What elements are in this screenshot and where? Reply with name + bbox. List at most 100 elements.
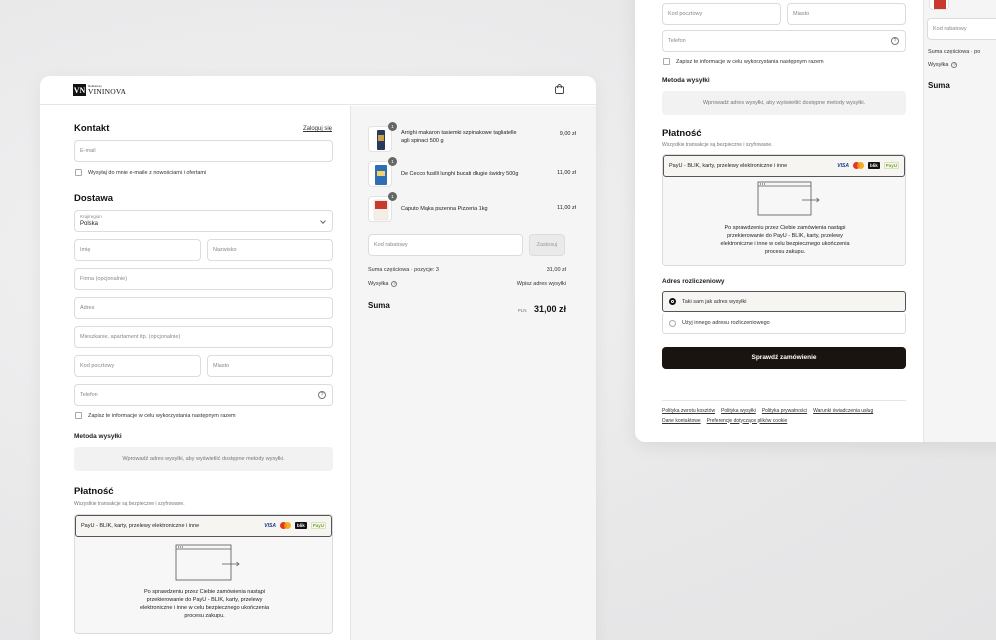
blik-icon: blik (867, 162, 880, 169)
payu-option-label: PayU - BLIK, karty, przelewy elektronicz… (81, 523, 200, 529)
postal-code-field[interactable]: Kod pocztowy (74, 355, 201, 377)
newsletter-checkbox[interactable] (75, 169, 82, 176)
payment-options: PayU - BLIK, karty, przelewy elektronicz… (74, 514, 333, 634)
total-value: 31,00 zł (533, 304, 566, 314)
first-name-placeholder: Imię (80, 247, 91, 253)
phone-field[interactable]: Telefon ? (662, 30, 906, 52)
checkout-card-main: VN Delikatesy VININOVA Kontakt Zaloguj s… (40, 76, 596, 640)
redirect-line-1: Po sprawdzeniu przez Ciebie zamówienia n… (143, 589, 266, 595)
payu-option-label: PayU - BLIK, karty, przelewy elektronicz… (669, 163, 788, 169)
footer-link-returns[interactable]: Polityka zwrotu kosztów (662, 408, 715, 414)
checkout-form: Kontakt Zaloguj się E-mail Wysyłaj do mn… (40, 106, 350, 640)
discount-placeholder: Kod rabatowy (933, 26, 967, 32)
footer-divider (662, 400, 906, 401)
discount-placeholder: Kod rabatowy (374, 242, 408, 248)
item-price: 11,00 zł (557, 205, 576, 211)
item-name: Arrighi makaron tasiemki szpinakowe tagl… (401, 129, 551, 146)
chevron-down-icon (320, 218, 326, 224)
item-name-line: Arrighi makaron tasiemki szpinakowe tagl… (401, 130, 517, 136)
address-field[interactable]: Adres (74, 297, 333, 319)
help-icon[interactable]: ? (318, 391, 326, 399)
payu-redirect-text: Po sprawdzeniu przez Ciebie zamówienia n… (95, 589, 314, 621)
shipping-method-info: Wprowadź adres wysyłki, aby wyświetlić d… (662, 91, 906, 115)
save-info-row[interactable]: Zapisz te informacje w celu wykorzystani… (663, 58, 824, 65)
footer-links: Polityka zwrotu kosztów Polityka wysyłki P… (662, 407, 922, 426)
help-icon[interactable]: ? (891, 37, 899, 45)
help-icon[interactable]: ? (951, 62, 958, 68)
city-field[interactable]: Miasto (787, 3, 906, 25)
discount-code-field[interactable]: Kod rabatowy (927, 18, 996, 40)
shipping-row: Wysyłka ? (928, 62, 958, 68)
shopping-bag-icon[interactable] (555, 84, 564, 94)
quantity-badge: 1 (388, 157, 397, 166)
help-icon[interactable]: ? (391, 281, 398, 287)
footer-link-cookies[interactable]: Preferencje dotyczące plików cookie (707, 418, 788, 424)
total-row: PLN 31,00 zł (501, 299, 566, 317)
radio-unselected[interactable] (669, 319, 676, 327)
billing-same-option[interactable]: Taki sam jak adres wysyłki (662, 291, 906, 312)
newsletter-row[interactable]: Wysyłaj do mnie e-maile z nowościami i o… (75, 169, 206, 176)
product-image-dececco (368, 161, 392, 187)
delivery-heading: Dostawa (74, 193, 114, 204)
address-placeholder: Adres (80, 305, 95, 311)
save-info-row[interactable]: Zapisz te informacje w celu wykorzystani… (75, 412, 236, 419)
product-image-caputo (929, 0, 949, 10)
company-placeholder: Firma (opcjonalnie) (80, 276, 128, 282)
city-placeholder: Miasto (213, 363, 230, 369)
postal-placeholder: Kod pocztowy (668, 11, 703, 17)
payment-logos: VISA blik PayU (264, 522, 326, 529)
review-order-button[interactable]: Sprawdź zamówienie (662, 347, 906, 369)
payment-secure-note: Wszystkie transakcje są bezpieczne i szy… (74, 501, 185, 507)
payment-options: PayU - BLIK, karty, przelewy elektronicz… (662, 154, 906, 266)
email-field[interactable]: E-mail (74, 140, 333, 162)
redirect-line-4: procesu zakupu. (184, 612, 225, 619)
discount-code-field[interactable]: Kod rabatowy (368, 234, 523, 256)
billing-same-label: Taki sam jak adres wysyłki (682, 298, 747, 305)
footer-link-contact[interactable]: Dane kontaktowe (662, 418, 701, 424)
company-field[interactable]: Firma (opcjonalnie) (74, 268, 333, 290)
save-info-checkbox[interactable] (663, 58, 670, 65)
total-label: Suma (368, 301, 390, 310)
payment-logos: VISA blik PayU (837, 162, 899, 169)
billing-address-heading: Adres rozliczeniowy (662, 278, 725, 285)
login-link[interactable]: Zaloguj się (303, 126, 332, 132)
postal-code-field[interactable]: Kod pocztowy (662, 3, 781, 25)
country-label: Kraj/region (80, 214, 102, 219)
country-select[interactable]: Kraj/region Polska (74, 210, 333, 232)
apartment-field[interactable]: Mieszkanie, apartament itp. (opcjonalnie… (74, 326, 333, 348)
checkout-header: VN Delikatesy VININOVA (40, 76, 596, 105)
radio-selected[interactable] (669, 298, 676, 305)
billing-other-option[interactable]: Użyj innego adresu rozliczeniowego (662, 313, 906, 334)
city-field[interactable]: Miasto (207, 355, 333, 377)
item-price: 9,00 zł (559, 131, 576, 137)
checkout-form-scrolled: Kod pocztowy Miasto Telefon ? Zapisz te … (635, 0, 923, 442)
phone-placeholder: Telefon (80, 392, 98, 398)
item-name-line: agli spinaci 500 g (401, 138, 444, 145)
total-label: Suma (928, 81, 950, 90)
store-logo[interactable]: VN Delikatesy VININOVA (73, 84, 126, 96)
phone-field[interactable]: Telefon ? (74, 384, 333, 406)
city-placeholder: Miasto (793, 11, 810, 17)
payu-option[interactable]: PayU - BLIK, karty, przelewy elektronicz… (663, 155, 905, 177)
footer-link-terms[interactable]: Warunki świadczenia usług (813, 408, 873, 414)
first-name-field[interactable]: Imię (74, 239, 201, 261)
logo-big-text: VININOVA (88, 86, 127, 96)
payu-icon: PayU (883, 162, 899, 169)
shipping-row: Wysyłka ? (368, 281, 398, 287)
footer-link-privacy[interactable]: Polityka prywatności (762, 408, 807, 414)
shipping-method-heading: Metoda wysyłki (74, 433, 122, 440)
redirect-line-1: Po sprawdzeniu przez Ciebie zamówienia n… (724, 225, 846, 231)
last-name-placeholder: Nazwisko (213, 247, 237, 253)
apply-discount-button[interactable]: Zastosuj (529, 234, 565, 256)
save-info-checkbox[interactable] (75, 412, 82, 419)
email-placeholder: E-mail (80, 148, 96, 154)
browser-redirect-icon (757, 181, 820, 216)
quantity-badge: 1 (388, 192, 397, 201)
last-name-field[interactable]: Nazwisko (207, 239, 333, 261)
payu-option[interactable]: PayU - BLIK, karty, przelewy elektronicz… (75, 515, 332, 537)
phone-placeholder: Telefon (668, 38, 686, 44)
mastercard-icon (279, 522, 291, 529)
product-image-caputo (368, 196, 392, 222)
footer-link-shipping[interactable]: Polityka wysyłki (721, 408, 756, 414)
mastercard-icon (852, 162, 864, 169)
